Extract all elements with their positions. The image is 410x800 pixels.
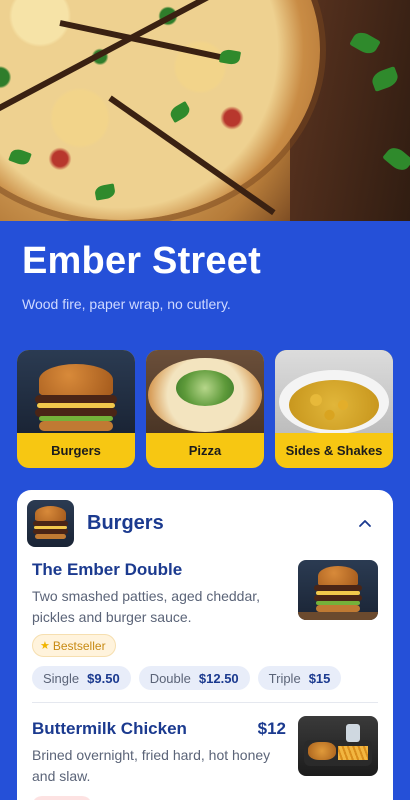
- size-option-double[interactable]: Double $12.50: [138, 666, 250, 690]
- size-options: Single $9.50 Double $12.50 Triple $15: [32, 666, 342, 690]
- star-icon: ★: [40, 640, 50, 652]
- category-card-sides-shakes[interactable]: Sides & Shakes: [275, 350, 393, 468]
- section-thumbnail: [27, 500, 74, 547]
- menu-section-burgers: Burgers The Ember Double Two smashed pat…: [17, 490, 393, 800]
- section-header[interactable]: Burgers: [27, 500, 164, 547]
- hero-pizza-image: [0, 0, 410, 221]
- item-name-ember-double[interactable]: The Ember Double: [32, 560, 182, 580]
- chevron-up-icon[interactable]: [355, 514, 375, 534]
- item-description-buttermilk-chicken: Brined overnight, fried hard, hot honey …: [32, 747, 271, 784]
- item-photo-buttermilk-chicken[interactable]: [298, 716, 378, 776]
- section-title: Burgers: [87, 512, 164, 534]
- restaurant-name: Ember Street: [22, 240, 261, 282]
- item-price-buttermilk-chicken: $12: [257, 719, 286, 738]
- sides-photo-icon: [275, 350, 393, 433]
- bestseller-badge: ★ Bestseller: [32, 634, 116, 657]
- size-option-single[interactable]: Single $9.50: [32, 666, 131, 690]
- size-option-triple[interactable]: Triple $15: [257, 666, 342, 690]
- restaurant-tagline: Wood fire, paper wrap, no cutlery.: [22, 296, 231, 312]
- category-label-burgers: Burgers: [51, 443, 101, 458]
- item-badge: [32, 796, 92, 800]
- item-photo-ember-double[interactable]: [298, 560, 378, 620]
- category-label-sides-shakes: Sides & Shakes: [285, 443, 383, 458]
- burger-photo-icon: [17, 350, 135, 433]
- pizza-photo-icon: [146, 350, 264, 433]
- item-divider: [32, 702, 378, 703]
- category-label-pizza: Pizza: [188, 443, 222, 458]
- category-card-pizza[interactable]: Pizza: [146, 350, 264, 468]
- item-name-buttermilk-chicken[interactable]: Buttermilk Chicken: [32, 719, 187, 739]
- category-list: Burgers Pizza Sides & Shakes: [17, 350, 393, 468]
- item-description-ember-double: Two smashed patties, aged cheddar, pickl…: [32, 588, 261, 625]
- category-card-burgers[interactable]: Burgers: [17, 350, 135, 468]
